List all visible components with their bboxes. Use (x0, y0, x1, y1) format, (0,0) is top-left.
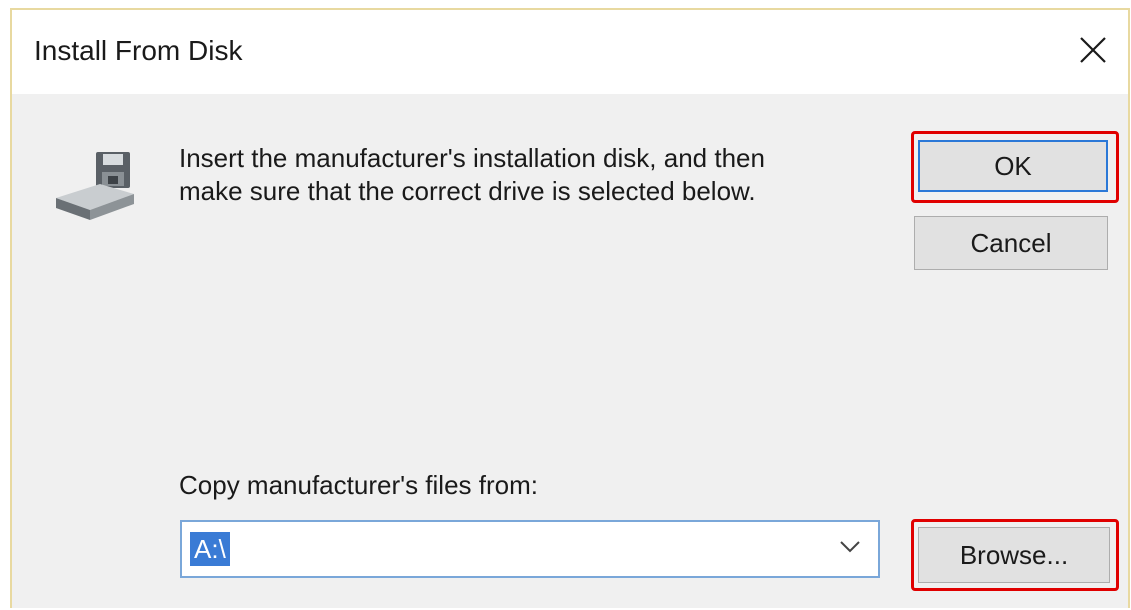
ok-button[interactable]: OK (918, 140, 1108, 192)
instruction-line-2: make sure that the correct drive is sele… (179, 176, 756, 206)
copy-from-dropdown-button[interactable] (830, 522, 870, 576)
close-button[interactable] (1058, 10, 1128, 94)
chevron-down-icon (839, 540, 861, 559)
copy-from-combobox[interactable]: A:\ (180, 520, 880, 578)
copy-from-path-value[interactable]: A:\ (190, 532, 230, 566)
install-from-disk-dialog: Install From Disk Insert the manufacture… (10, 8, 1130, 608)
copy-from-label: Copy manufacturer's files from: (179, 470, 538, 500)
instruction-line-1: Insert the manufacturer's installation d… (179, 143, 765, 173)
disk-drive-icon (50, 148, 140, 233)
title-bar: Install From Disk (12, 10, 1128, 94)
browse-button[interactable]: Browse... (918, 527, 1110, 583)
window-title: Install From Disk (34, 35, 243, 66)
close-icon (1079, 36, 1107, 69)
cancel-button[interactable]: Cancel (914, 216, 1108, 270)
instruction-text: Insert the manufacturer's installation d… (179, 142, 879, 208)
